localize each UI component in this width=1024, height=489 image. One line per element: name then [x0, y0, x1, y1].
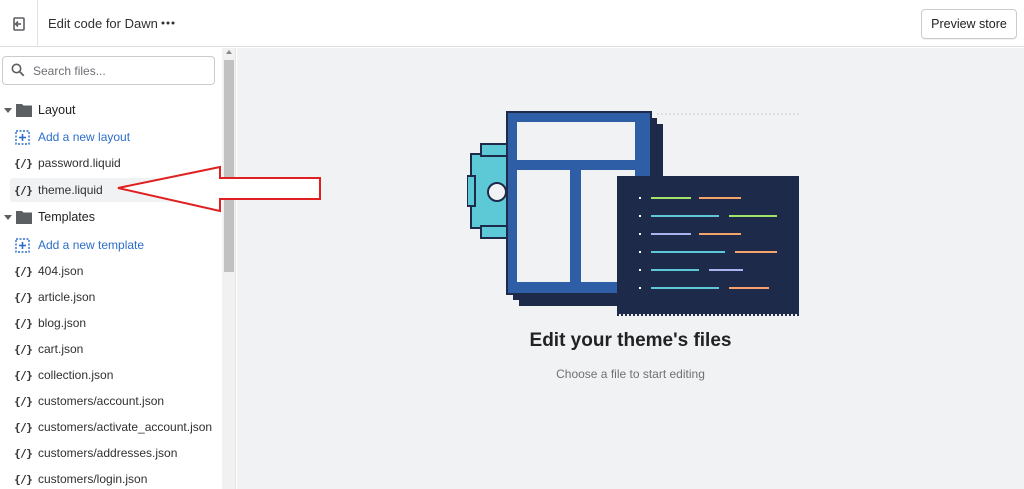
file-label: customers/activate_account.json: [38, 420, 213, 434]
top-bar: Edit code for Dawn Preview store: [0, 0, 1024, 47]
folder-icon: [16, 104, 32, 117]
file-label: password.liquid: [38, 156, 121, 170]
search-files-input[interactable]: [33, 62, 208, 80]
file-label: customers/addresses.json: [38, 446, 178, 460]
more-horizontal-icon: [161, 21, 175, 25]
folder-icon: [16, 211, 32, 224]
add-file-icon: [15, 237, 30, 253]
file-label: customers/login.json: [38, 472, 148, 486]
exit-icon: [12, 16, 25, 31]
more-actions-button[interactable]: [158, 13, 178, 33]
page-title: Edit code for Dawn: [48, 16, 158, 31]
folder-templates[interactable]: Templates: [0, 205, 218, 229]
liquid-file-icon: {/}: [14, 472, 33, 486]
file-item[interactable]: {/} customers/activate_account.json: [0, 415, 218, 439]
file-label: blog.json: [38, 316, 87, 330]
liquid-file-icon: {/}: [14, 368, 33, 382]
preview-store-button[interactable]: Preview store: [921, 9, 1017, 39]
liquid-file-icon: {/}: [14, 156, 33, 170]
file-item[interactable]: {/} customers/addresses.json: [0, 441, 218, 465]
file-item[interactable]: {/} 404.json: [0, 259, 218, 283]
folder-layout[interactable]: Layout: [0, 98, 218, 122]
file-label: article.json: [38, 290, 96, 304]
add-file-icon: [15, 129, 30, 145]
liquid-file-icon: {/}: [14, 290, 33, 304]
file-item-selected[interactable]: {/} theme.liquid: [10, 178, 214, 202]
exit-editor-button[interactable]: [0, 0, 38, 47]
liquid-file-icon: {/}: [14, 342, 33, 356]
add-new-layout-link[interactable]: Add a new layout: [0, 125, 218, 149]
file-label: cart.json: [38, 342, 84, 356]
file-label: theme.liquid: [38, 183, 103, 197]
code-panel-icon: [617, 176, 799, 316]
add-new-template-link[interactable]: Add a new template: [0, 233, 218, 257]
liquid-file-icon: {/}: [14, 420, 33, 434]
folder-label: Layout: [38, 103, 76, 117]
empty-state-title: Edit your theme's files: [529, 330, 732, 351]
scroll-up-icon[interactable]: [226, 50, 232, 54]
file-item[interactable]: {/} customers/account.json: [0, 389, 218, 413]
file-label: 404.json: [38, 264, 84, 278]
liquid-file-icon: {/}: [14, 183, 33, 197]
scrollbar-thumb[interactable]: [224, 60, 234, 272]
liquid-file-icon: {/}: [14, 264, 33, 278]
search-icon: [11, 63, 25, 77]
folder-label: Templates: [38, 210, 95, 224]
file-item[interactable]: {/} collection.json: [0, 363, 218, 387]
file-item[interactable]: {/} article.json: [0, 285, 218, 309]
search-box[interactable]: [2, 56, 215, 85]
add-layout-label: Add a new layout: [38, 130, 131, 144]
file-item[interactable]: {/} cart.json: [0, 337, 218, 361]
sidebar-scrollbar[interactable]: [222, 48, 235, 489]
code-editor-illustration: [467, 111, 799, 316]
caret-down-icon: [4, 214, 12, 220]
file-label: customers/account.json: [38, 394, 165, 408]
add-template-label: Add a new template: [38, 238, 145, 252]
empty-state-subtitle: Choose a file to start editing: [556, 367, 705, 381]
liquid-file-icon: {/}: [14, 446, 33, 460]
caret-down-icon: [4, 107, 12, 113]
file-sidebar: Layout Add a new layout {/} password.liq…: [0, 48, 236, 489]
file-item[interactable]: {/} blog.json: [0, 311, 218, 335]
liquid-file-icon: {/}: [14, 394, 33, 408]
liquid-file-icon: {/}: [14, 316, 33, 330]
file-item[interactable]: {/} password.liquid: [0, 151, 218, 175]
file-item[interactable]: {/} customers/login.json: [0, 467, 218, 489]
editor-area: Edit your theme's files Choose a file to…: [237, 48, 1024, 489]
file-label: collection.json: [38, 368, 114, 382]
